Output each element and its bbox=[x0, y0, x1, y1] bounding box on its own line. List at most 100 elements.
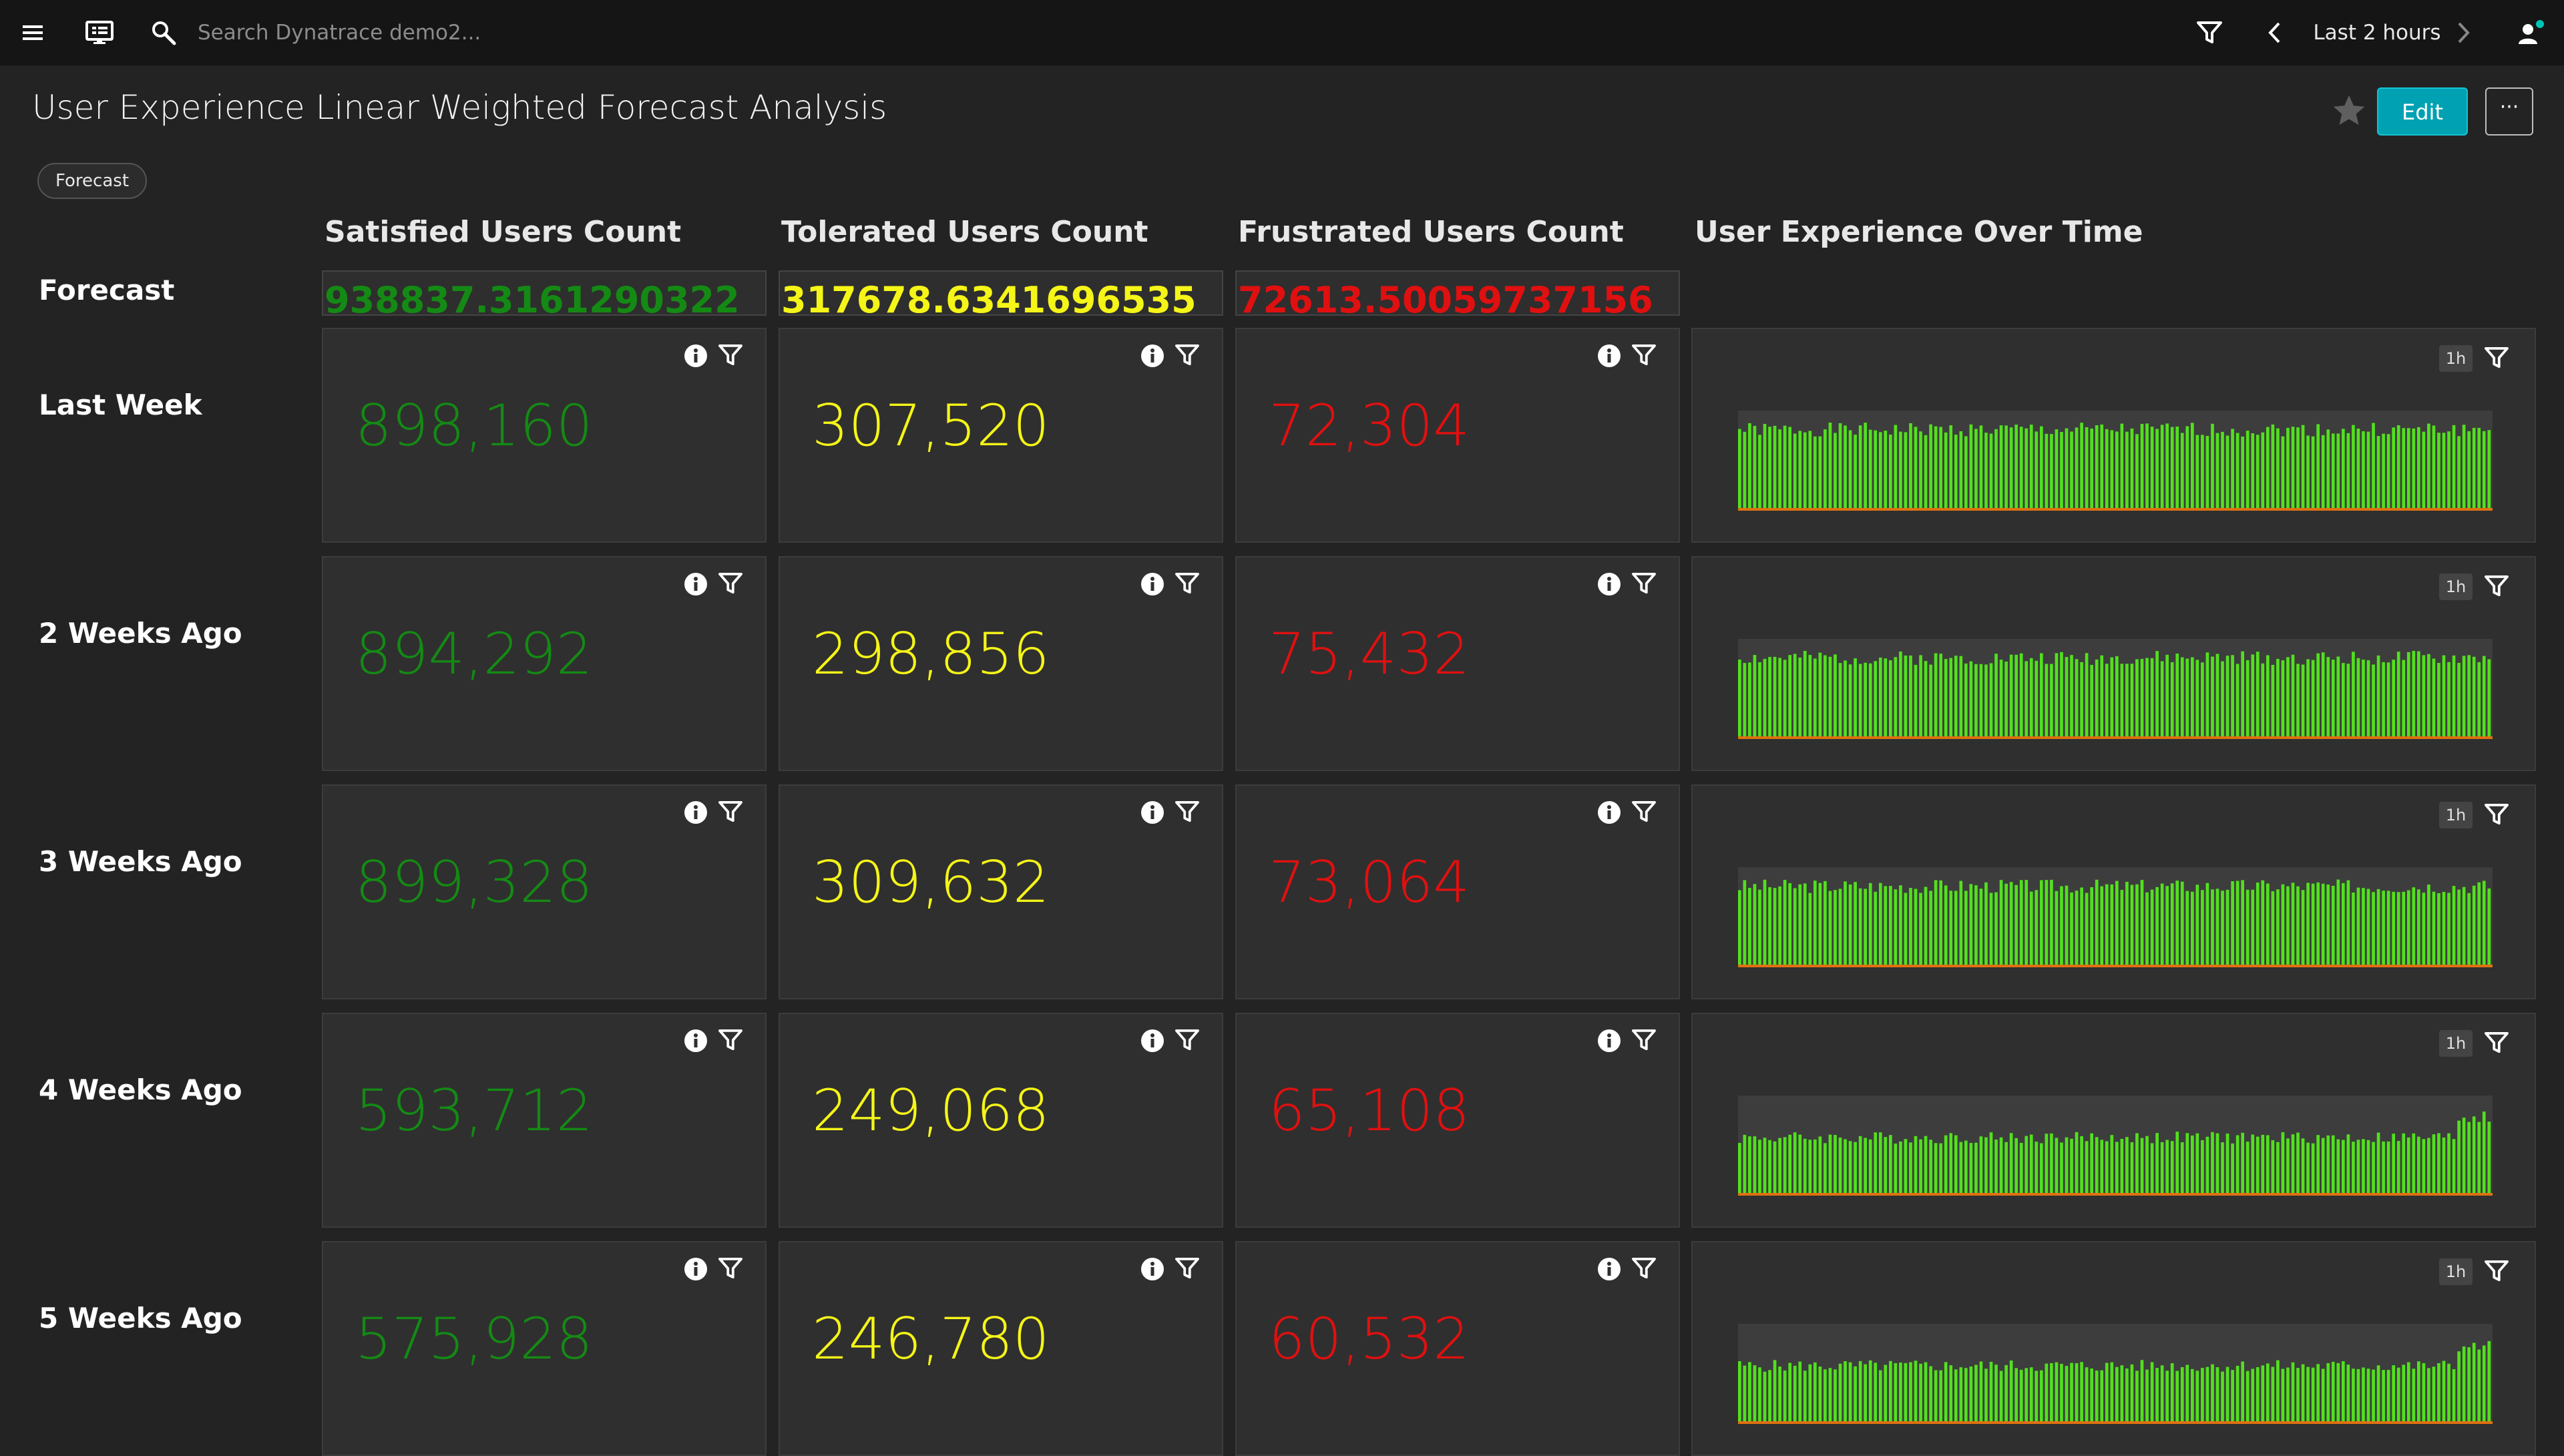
chart-bar bbox=[2075, 659, 2079, 739]
filter-icon[interactable] bbox=[718, 800, 742, 827]
info-icon[interactable] bbox=[1597, 344, 1621, 371]
filter-icon[interactable] bbox=[1632, 1029, 1656, 1055]
forecast-tag[interactable]: Forecast bbox=[37, 163, 148, 199]
chart-bar bbox=[1919, 893, 1922, 967]
filter-icon[interactable] bbox=[1632, 1257, 1656, 1284]
chart-bar bbox=[2110, 884, 2114, 967]
user-experience-chart-last-week[interactable]: 1h bbox=[1691, 328, 2536, 543]
resolution-badge[interactable]: 1h bbox=[2439, 573, 2473, 600]
chart-bar bbox=[2130, 1142, 2134, 1196]
filter-icon[interactable] bbox=[2485, 1031, 2509, 1057]
filter-icon[interactable] bbox=[718, 1029, 742, 1055]
chart-bar bbox=[2060, 432, 2063, 511]
satisfied-tile-last-week[interactable]: 898,160 bbox=[322, 328, 767, 543]
chart-bar bbox=[1858, 1361, 1862, 1424]
more-options-button[interactable]: ··· bbox=[2485, 87, 2533, 136]
edit-button[interactable]: Edit bbox=[2377, 87, 2468, 136]
filter-icon[interactable] bbox=[1175, 1029, 1199, 1055]
satisfied-tile-5-weeks-ago[interactable]: 575,928 bbox=[322, 1241, 767, 1456]
user-experience-chart-5-weeks-ago[interactable]: 1h bbox=[1691, 1241, 2536, 1456]
frustrated-tile-last-week[interactable]: 72,304 bbox=[1235, 328, 1680, 543]
chart-bar bbox=[2382, 1141, 2385, 1196]
chevron-right-icon[interactable] bbox=[2450, 0, 2477, 65]
info-icon[interactable] bbox=[684, 1257, 708, 1284]
chart-bar bbox=[1824, 1143, 1827, 1196]
chart-bar bbox=[1989, 433, 1993, 511]
top-navigation-bar: Last 2 hours bbox=[0, 0, 2564, 65]
filter-icon[interactable] bbox=[2485, 803, 2509, 828]
user-icon[interactable] bbox=[2513, 0, 2548, 65]
info-icon[interactable] bbox=[684, 572, 708, 599]
chart-bar bbox=[1878, 1370, 1882, 1424]
info-icon[interactable] bbox=[1597, 1029, 1621, 1055]
resolution-badge[interactable]: 1h bbox=[2439, 1030, 2473, 1057]
chart-bar bbox=[2382, 891, 2385, 967]
chart-bar bbox=[1818, 652, 1822, 739]
frustrated-tile-4-weeks-ago[interactable]: 65,108 bbox=[1235, 1013, 1680, 1228]
search-input[interactable] bbox=[198, 0, 799, 65]
filter-icon[interactable] bbox=[1632, 800, 1656, 827]
chart-bar bbox=[2120, 1365, 2124, 1424]
chart-bar bbox=[1909, 655, 1912, 739]
user-experience-chart-2-weeks-ago[interactable]: 1h bbox=[1691, 556, 2536, 771]
filter-icon[interactable] bbox=[1175, 1257, 1199, 1284]
chart-bar bbox=[2246, 1142, 2250, 1196]
user-experience-chart-3-weeks-ago[interactable]: 1h bbox=[1691, 784, 2536, 999]
filter-icon[interactable] bbox=[1175, 344, 1199, 371]
resolution-badge[interactable]: 1h bbox=[2439, 802, 2473, 828]
tolerated-tile-3-weeks-ago[interactable]: 309,632 bbox=[779, 784, 1223, 999]
info-icon[interactable] bbox=[1597, 1257, 1621, 1284]
chart-bar bbox=[2075, 427, 2079, 511]
chart-bar bbox=[2412, 651, 2416, 739]
star-icon[interactable] bbox=[2330, 92, 2368, 130]
timeframe-selector[interactable]: Last 2 hours bbox=[2297, 0, 2457, 65]
satisfied-tile-2-weeks-ago[interactable]: 894,292 bbox=[322, 556, 767, 771]
chart-bar bbox=[1899, 431, 1902, 511]
filter-icon[interactable] bbox=[718, 572, 742, 599]
filter-icon[interactable] bbox=[1175, 572, 1199, 599]
tolerated-tile-4-weeks-ago[interactable]: 249,068 bbox=[779, 1013, 1223, 1228]
info-icon[interactable] bbox=[1597, 572, 1621, 599]
filter-icon[interactable] bbox=[2485, 346, 2509, 372]
chart-bar bbox=[2472, 1343, 2476, 1424]
chart-frustrated-baseline bbox=[1738, 508, 2493, 511]
chart-bar bbox=[2009, 1360, 2013, 1424]
chart-bar bbox=[1753, 884, 1757, 967]
info-icon[interactable] bbox=[1140, 344, 1164, 371]
resolution-badge[interactable]: 1h bbox=[2439, 1258, 2473, 1285]
frustrated-tile-5-weeks-ago[interactable]: 60,532 bbox=[1235, 1241, 1680, 1456]
frustrated-tile-3-weeks-ago[interactable]: 73,064 bbox=[1235, 784, 1680, 999]
satisfied-tile-3-weeks-ago[interactable]: 899,328 bbox=[322, 784, 767, 999]
search-icon[interactable] bbox=[148, 0, 179, 65]
tolerated-tile-last-week[interactable]: 307,520 bbox=[779, 328, 1223, 543]
info-icon[interactable] bbox=[1140, 800, 1164, 827]
tolerated-tile-5-weeks-ago[interactable]: 246,780 bbox=[779, 1241, 1223, 1456]
filter-icon[interactable] bbox=[2485, 575, 2509, 600]
info-icon[interactable] bbox=[1140, 1029, 1164, 1055]
filter-icon[interactable] bbox=[718, 1257, 742, 1284]
menu-icon[interactable] bbox=[17, 0, 48, 65]
filter-icon[interactable] bbox=[1175, 800, 1199, 827]
chart-bar bbox=[1793, 433, 1797, 511]
info-icon[interactable] bbox=[684, 1029, 708, 1055]
info-icon[interactable] bbox=[1597, 800, 1621, 827]
tolerated-tile-2-weeks-ago[interactable]: 298,856 bbox=[779, 556, 1223, 771]
satisfied-tile-4-weeks-ago[interactable]: 593,712 bbox=[322, 1013, 767, 1228]
chart-bar bbox=[2366, 889, 2370, 967]
filter-icon[interactable] bbox=[2485, 1260, 2509, 1285]
resolution-badge[interactable]: 1h bbox=[2439, 345, 2473, 372]
filter-icon[interactable] bbox=[718, 344, 742, 371]
filter-icon[interactable] bbox=[1632, 344, 1656, 371]
info-icon[interactable] bbox=[1140, 1257, 1164, 1284]
chevron-left-icon[interactable] bbox=[2261, 0, 2288, 65]
chart-bar bbox=[2165, 1371, 2169, 1424]
frustrated-tile-2-weeks-ago[interactable]: 75,432 bbox=[1235, 556, 1680, 771]
dashboard-icon[interactable] bbox=[83, 0, 116, 65]
info-icon[interactable] bbox=[684, 800, 708, 827]
filter-icon[interactable] bbox=[2194, 0, 2225, 65]
info-icon[interactable] bbox=[1140, 572, 1164, 599]
chart-bar bbox=[1884, 1137, 1888, 1196]
user-experience-chart-4-weeks-ago[interactable]: 1h bbox=[1691, 1013, 2536, 1228]
info-icon[interactable] bbox=[684, 344, 708, 371]
filter-icon[interactable] bbox=[1632, 572, 1656, 599]
